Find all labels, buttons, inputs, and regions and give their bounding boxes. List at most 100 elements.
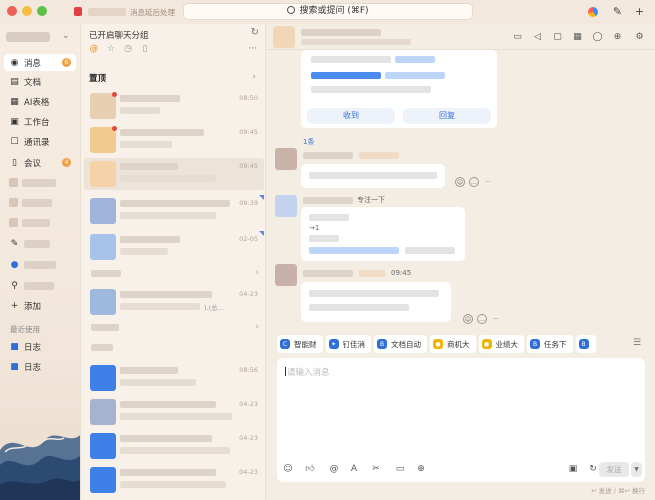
add-member-icon[interactable]: ⊕ — [612, 31, 623, 42]
conversation-row-selected[interactable]: 09:45 — [84, 158, 264, 190]
compose-icon[interactable]: ✎ — [610, 4, 625, 19]
comment-icon[interactable]: … — [469, 177, 479, 187]
filter-tabs: @ ☆ ◷ ▯ — [89, 44, 150, 54]
calendar-icon[interactable]: ▦ — [572, 31, 583, 42]
thread-reply-count[interactable]: 1条 — [303, 137, 314, 147]
message-input[interactable]: 请输入消息 ☺ 👍︎ @ A ✂ ▭ ⊕ ▣ ↻ 发送 ▼ — [277, 358, 645, 482]
settings-icon[interactable]: ⚙ — [634, 31, 645, 42]
conversation-row[interactable]: 04-23 — [84, 396, 264, 428]
plus-icon[interactable]: + — [632, 4, 647, 19]
received-button[interactable]: 收到 — [307, 108, 395, 124]
recent-item-log[interactable]: ■ 日志 — [4, 338, 76, 355]
emoji-icon[interactable]: ☺ — [282, 463, 294, 475]
sidebar-item-workbench[interactable]: ▣ 工作台 — [4, 113, 76, 130]
conversation-time: 04-23 — [239, 400, 258, 408]
collapsed-group-row[interactable]: › — [91, 322, 261, 334]
sidebar-item-label: 会议 — [24, 158, 42, 169]
quick-app-message[interactable]: ✦ 钉佳消 — [325, 335, 371, 353]
video-call-icon[interactable]: ▭ — [512, 31, 523, 42]
close-window-button[interactable] — [7, 6, 17, 16]
bulb-icon: ● — [433, 339, 443, 349]
conversation-row[interactable]: 09:39 — [84, 195, 264, 227]
clock-icon[interactable]: ◷ — [123, 44, 133, 54]
minimize-window-button[interactable] — [22, 6, 32, 16]
reply-button[interactable]: 回复 — [403, 108, 491, 124]
folder-icon[interactable]: ▢ — [552, 31, 563, 42]
refresh-icon[interactable]: ↻ — [251, 27, 259, 38]
blurred-label — [22, 198, 52, 207]
collapsed-group-row[interactable] — [91, 342, 261, 354]
sidebar-item-blurred[interactable]: ✎ — [4, 235, 76, 252]
sidebar-item-meetings[interactable]: ▯ 会议 4 — [4, 154, 76, 171]
send-button[interactable]: 发送 — [599, 462, 629, 477]
comment-icon[interactable]: … — [477, 314, 487, 324]
rotate-icon[interactable]: ↻ — [587, 463, 599, 475]
conversation-row[interactable]: 02-05 — [84, 231, 264, 263]
conversation-row[interactable]: 04-23 — [84, 430, 264, 462]
scissors-icon[interactable]: ✂ — [370, 463, 382, 475]
collapsed-group-row[interactable]: › — [91, 268, 261, 280]
sidebar-item-blurred[interactable] — [4, 194, 76, 211]
ai-assistant-icon[interactable] — [585, 4, 600, 19]
conversation-preview — [120, 248, 168, 255]
quick-app-doc-auto[interactable]: B 文档自动 — [374, 335, 427, 353]
conversation-row[interactable]: 04-23 — [84, 464, 264, 496]
conversation-row[interactable]: 09:45 — [84, 124, 264, 156]
sidebar-item-documents[interactable]: ▤ 文档 — [4, 73, 76, 90]
sidebar-item-blurred[interactable] — [4, 214, 76, 231]
maximize-window-button[interactable] — [37, 6, 47, 16]
more-icon[interactable]: ··· — [483, 177, 493, 187]
mention-text[interactable] — [309, 247, 399, 254]
add-circle-icon[interactable]: ⊕ — [415, 463, 427, 475]
card-link[interactable] — [385, 72, 445, 79]
chevron-down-icon[interactable]: ▼ — [631, 462, 642, 477]
blurred-label — [22, 218, 50, 227]
mention-icon[interactable]: @ — [89, 44, 99, 54]
card-link[interactable] — [311, 72, 381, 79]
mention-icon[interactable]: @ — [328, 463, 340, 475]
chevron-down-icon[interactable]: ⌄ — [62, 31, 70, 41]
conversation-avatar — [90, 433, 116, 459]
sidebar-item-blurred[interactable]: ● — [4, 256, 76, 273]
sidebar-add-button[interactable]: + 添加 — [4, 297, 76, 314]
quick-app-label: 钉佳消 — [342, 339, 366, 349]
more-icon[interactable]: ··· — [491, 314, 501, 324]
main-sidebar: ⌄ ◉ 消息 6 ▤ 文档 ▦ AI表格 ▣ 工作台 ☐ 通讯录 ▯ 会议 4 … — [0, 24, 80, 500]
sidebar-item-blurred[interactable] — [4, 174, 76, 191]
pinned-section-label: 置顶 — [89, 74, 107, 84]
voice-call-icon[interactable]: ◁ — [532, 31, 543, 42]
star-icon[interactable]: ☆ — [106, 44, 116, 54]
screenshot-icon[interactable]: ▣ — [567, 463, 579, 475]
message-text — [309, 235, 339, 242]
quick-app-label: 任务下 — [544, 339, 567, 349]
delayed-processing-notice[interactable]: 消息延后处理 — [88, 7, 178, 17]
sidebar-item-contacts[interactable]: ☐ 通讯录 — [4, 133, 76, 150]
menu-icon[interactable]: ☰ — [633, 338, 641, 348]
app-icon: ● — [10, 259, 19, 270]
more-icon[interactable]: ··· — [248, 44, 257, 54]
file-icon[interactable]: ▯ — [140, 44, 150, 54]
recent-item-log[interactable]: ■ 日志 — [4, 358, 76, 375]
conversation-row[interactable]: ).(总... 04-23 — [84, 286, 264, 318]
profile-name[interactable] — [6, 32, 50, 42]
quick-app-performance[interactable]: ● 业绩大 — [478, 335, 524, 353]
sidebar-item-messages[interactable]: ◉ 消息 6 — [4, 54, 76, 71]
sidebar-item-blurred[interactable]: ⚲ — [4, 277, 76, 294]
message-bubble — [301, 282, 451, 322]
chevron-right-icon[interactable]: › — [252, 72, 256, 82]
quick-app-more[interactable]: B — [575, 335, 596, 353]
conversation-row[interactable]: 08:56 — [84, 362, 264, 394]
conversation-row[interactable]: 08:50 — [84, 90, 264, 122]
emoji-react-icon[interactable]: ☺ — [455, 177, 465, 187]
quick-app-finance[interactable]: C 智能财 — [277, 335, 323, 353]
global-search-bar[interactable]: 搜索或提问 (⌘F) — [183, 3, 473, 20]
user-icon[interactable]: ◯ — [592, 31, 603, 42]
quick-app-task[interactable]: B 任务下 — [527, 335, 573, 353]
emoji-react-icon[interactable]: ☺ — [463, 314, 473, 324]
sidebar-item-ai-table[interactable]: ▦ AI表格 — [4, 93, 76, 110]
quick-app-opportunity[interactable]: ● 商机大 — [430, 335, 476, 353]
search-icon — [287, 6, 296, 14]
like-icon[interactable]: 👍︎ — [304, 463, 316, 475]
folder-icon[interactable]: ▭ — [394, 463, 406, 475]
font-icon[interactable]: A — [348, 463, 360, 475]
